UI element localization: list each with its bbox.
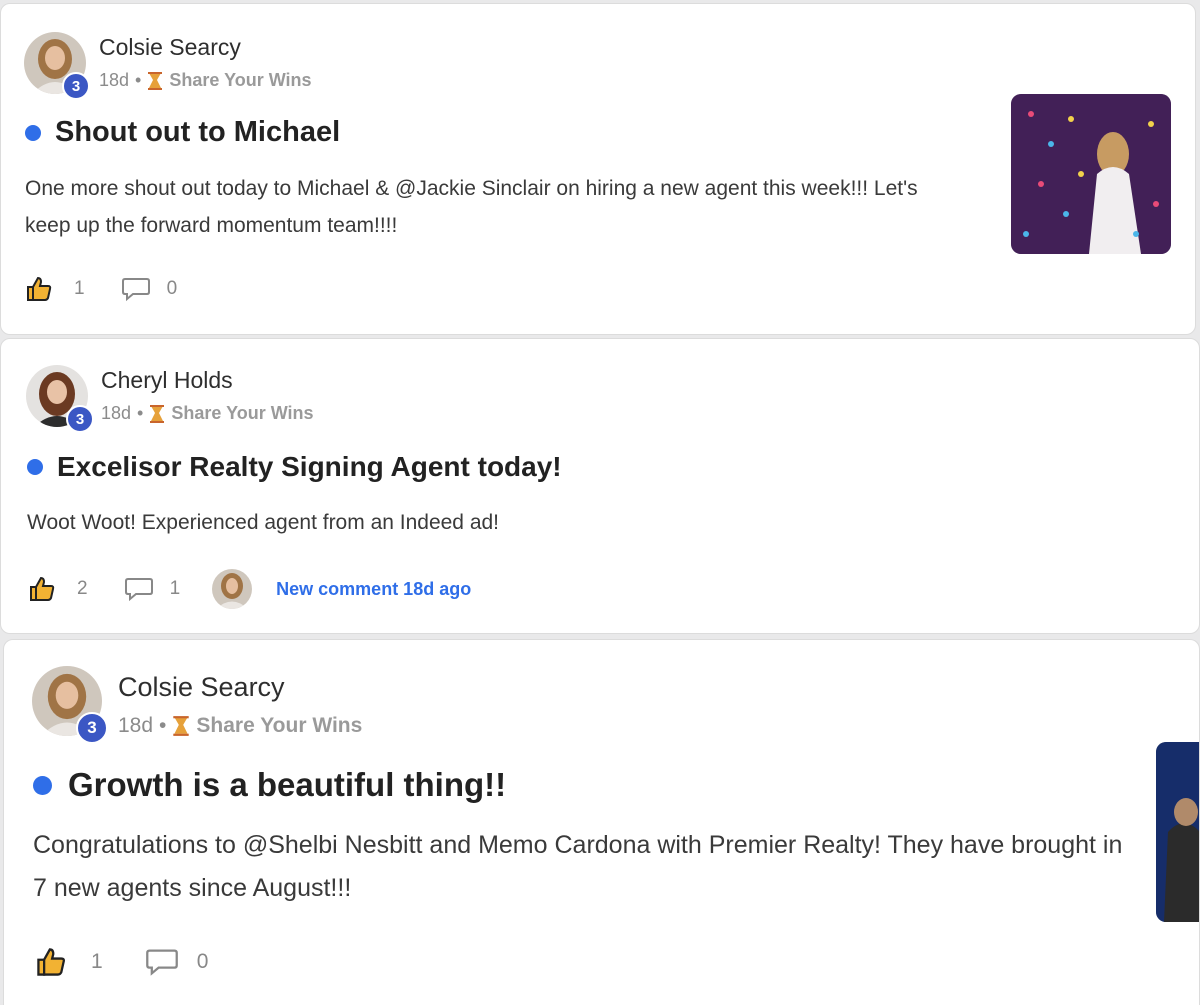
- post-actions: 1 0: [25, 275, 177, 303]
- comment-count: 1: [169, 578, 181, 599]
- thumbs-up-icon[interactable]: [28, 575, 56, 603]
- comment-bubble-icon[interactable]: [145, 947, 179, 977]
- post-time: 18d: [99, 70, 130, 90]
- post-card[interactable]: 3 Cheryl Holds 18d • Share Your Wins Exc…: [0, 338, 1200, 634]
- thumbs-up-icon[interactable]: [35, 946, 67, 978]
- like-count: 1: [74, 278, 85, 299]
- unread-indicator: [27, 459, 43, 475]
- post-title-row[interactable]: Shout out to Michael: [25, 116, 340, 149]
- commenter-avatar[interactable]: [212, 569, 253, 609]
- comment-count: 0: [166, 278, 178, 299]
- post-thumbnail[interactable]: [1156, 742, 1199, 922]
- comment-bubble-icon[interactable]: [121, 276, 151, 302]
- author-name[interactable]: Cheryl Holds: [101, 367, 233, 394]
- post-card[interactable]: 3 Colsie Searcy 18d • Share Your Wins Gr…: [3, 639, 1200, 1005]
- level-badge: 3: [76, 712, 108, 744]
- post-title[interactable]: Excelisor Realty Signing Agent today!: [57, 451, 562, 483]
- meta-separator: •: [135, 70, 142, 90]
- post-title[interactable]: Growth is a beautiful thing!!: [68, 766, 506, 804]
- post-meta: 18d • Share Your Wins: [99, 70, 312, 91]
- avatar[interactable]: 3: [26, 365, 98, 435]
- post-meta: 18d • Share Your Wins: [101, 403, 314, 424]
- post-title-row[interactable]: Growth is a beautiful thing!!: [33, 766, 506, 804]
- post-time: 18d: [118, 714, 154, 737]
- comment-count: 0: [196, 950, 209, 973]
- post-body: Congratulations to @Shelbi Nesbitt and M…: [33, 831, 1123, 902]
- author-name[interactable]: Colsie Searcy: [99, 34, 241, 61]
- post-time: 18d: [101, 403, 132, 423]
- post-thumbnail[interactable]: [1011, 94, 1171, 254]
- category-link[interactable]: Share Your Wins: [169, 70, 311, 91]
- level-badge: 3: [66, 405, 94, 433]
- post-actions: 2 1 New comment 18d ago: [28, 569, 471, 609]
- trophy-icon: [147, 71, 163, 91]
- post-actions: 1 0: [35, 946, 208, 978]
- unread-indicator: [25, 124, 41, 141]
- post-title[interactable]: Shout out to Michael: [55, 116, 340, 149]
- meta-separator: •: [137, 403, 144, 423]
- post-title-row[interactable]: Excelisor Realty Signing Agent today!: [27, 451, 562, 483]
- new-comment-link[interactable]: New comment 18d ago: [276, 579, 471, 600]
- post-meta: 18d • Share Your Wins: [118, 714, 362, 738]
- post-card[interactable]: 3 Colsie Searcy 18d • Share Your Wins Sh…: [0, 3, 1196, 335]
- unread-indicator: [33, 775, 52, 795]
- like-count: 2: [77, 578, 88, 599]
- comment-bubble-icon[interactable]: [124, 576, 154, 602]
- category-link[interactable]: Share Your Wins: [196, 714, 362, 738]
- level-badge: 3: [62, 72, 90, 100]
- avatar[interactable]: 3: [32, 666, 112, 744]
- meta-separator: •: [159, 714, 167, 737]
- category-link[interactable]: Share Your Wins: [171, 403, 313, 424]
- post-body: Woot Woot! Experienced agent from an Ind…: [27, 511, 500, 534]
- author-name[interactable]: Colsie Searcy: [118, 672, 285, 703]
- trophy-icon: [172, 715, 190, 737]
- trophy-icon: [149, 404, 165, 424]
- thumbs-up-icon[interactable]: [25, 275, 53, 303]
- avatar[interactable]: 3: [24, 32, 96, 102]
- post-body: One more shout out today to Michael & @J…: [25, 177, 918, 237]
- like-count: 1: [91, 950, 103, 973]
